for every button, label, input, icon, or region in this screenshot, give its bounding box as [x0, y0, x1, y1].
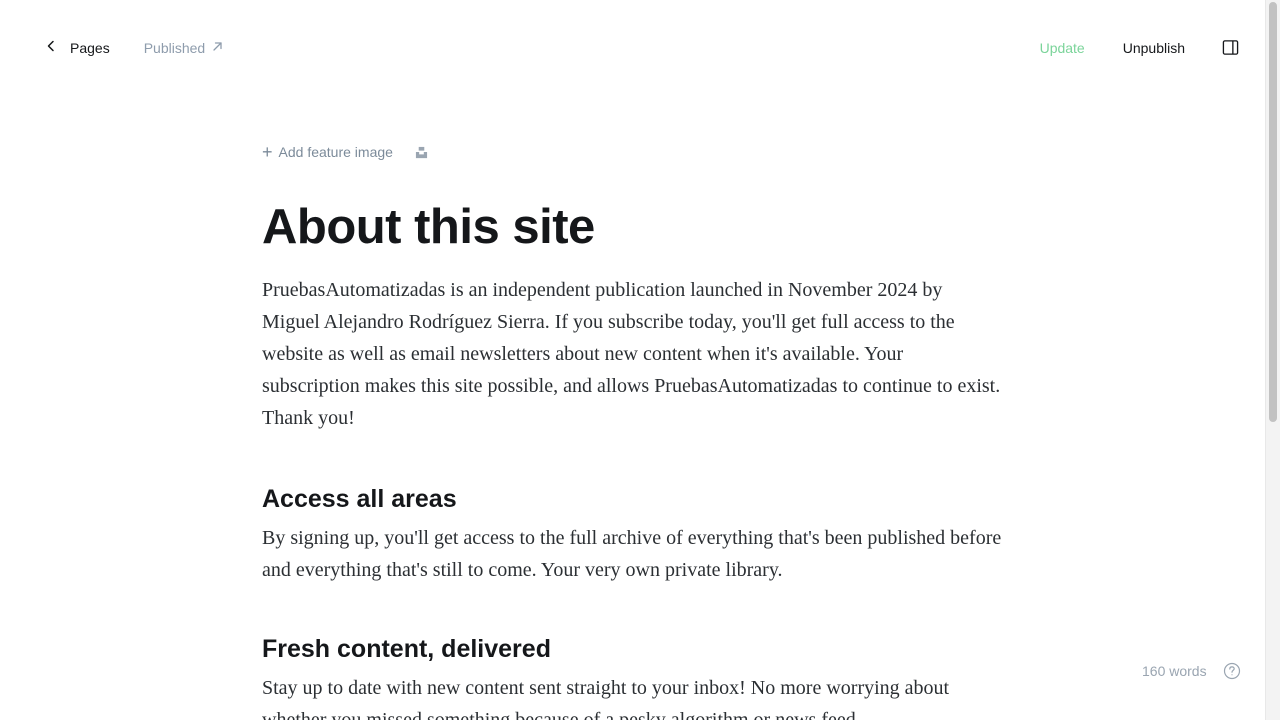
- scrollbar-thumb[interactable]: [1269, 2, 1277, 422]
- editor-app: Pages Published Update Unpublish + Add f…: [0, 0, 1280, 720]
- chevron-left-icon: [44, 39, 58, 56]
- back-to-pages-link[interactable]: Pages: [40, 33, 114, 62]
- back-link-label: Pages: [70, 39, 110, 56]
- section-heading-fresh[interactable]: Fresh content, delivered: [262, 634, 1002, 664]
- question-circle-icon[interactable]: [1223, 662, 1241, 680]
- word-count: 160 words: [1142, 663, 1207, 679]
- section-body-access[interactable]: By signing up, you'll get access to the …: [262, 522, 1002, 586]
- vertical-scrollbar[interactable]: [1265, 0, 1280, 720]
- section-body-fresh[interactable]: Stay up to date with new content sent st…: [262, 672, 1002, 720]
- published-status-link[interactable]: Published: [144, 40, 225, 56]
- status-label: Published: [143, 39, 206, 56]
- word-count-area: 160 words: [1142, 662, 1241, 680]
- editor-header: Pages Published Update Unpublish: [0, 0, 1265, 95]
- page-title[interactable]: About this site: [262, 198, 1002, 257]
- update-button[interactable]: Update: [1040, 40, 1085, 56]
- sidebar-panel-icon[interactable]: [1221, 39, 1239, 57]
- arrow-up-right-icon: [211, 40, 224, 56]
- feature-image-row: + Add feature image: [262, 138, 1002, 166]
- section-heading-access[interactable]: Access all areas: [262, 484, 1002, 514]
- plus-icon: +: [262, 142, 273, 162]
- unsplash-icon[interactable]: [415, 145, 429, 159]
- add-feature-image-label: Add feature image: [278, 144, 393, 160]
- unpublish-button[interactable]: Unpublish: [1123, 40, 1185, 56]
- add-feature-image-button[interactable]: + Add feature image: [262, 142, 393, 162]
- post-editor: + Add feature image About this site Prue…: [262, 138, 1002, 720]
- intro-paragraph[interactable]: PruebasAutomatizadas is an independent p…: [262, 274, 1002, 434]
